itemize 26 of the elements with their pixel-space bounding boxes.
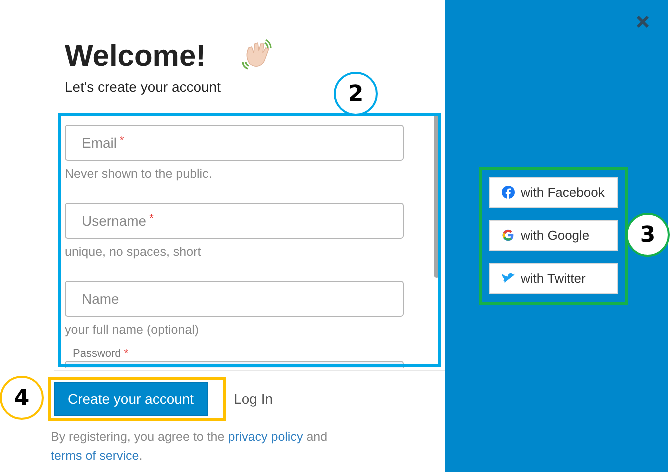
welcome-title: Welcome! <box>65 40 206 74</box>
bird-icon <box>502 272 515 284</box>
input-field[interactable]: Name <box>65 281 404 317</box>
input-field[interactable]: Email * <box>65 125 404 161</box>
field-label: Name <box>82 291 120 307</box>
field-hint: Never shown to the public. <box>65 167 214 181</box>
social-login-button[interactable]: with Google <box>489 220 618 251</box>
field-hint: your full name (optional) <box>65 323 200 337</box>
agreement-text: By registering, you agree to the privacy policy and terms of service. <box>51 429 329 465</box>
waving-hand-icon <box>240 38 274 72</box>
create-account-button[interactable]: Create your account <box>54 382 208 416</box>
social-login-button[interactable]: with Facebook <box>489 177 618 208</box>
terms-link[interactable]: terms of service <box>51 449 140 463</box>
privacy-policy-link[interactable]: privacy policy <box>228 430 304 444</box>
callout-badge: 4 <box>0 376 44 420</box>
field-label: Email * <box>82 135 124 151</box>
subtitle: Let's create your account <box>65 79 221 95</box>
close-icon[interactable] <box>636 15 650 29</box>
social-login-button[interactable]: with Twitter <box>489 263 618 294</box>
facebook-icon <box>502 186 515 199</box>
input-field[interactable]: Username * <box>65 203 404 239</box>
google-icon <box>502 229 515 242</box>
field-hint: unique, no spaces, short <box>65 245 202 259</box>
field-label: Username * <box>82 213 154 229</box>
login-link[interactable]: Log In <box>232 391 276 407</box>
callout-badge: 2 <box>334 72 378 116</box>
